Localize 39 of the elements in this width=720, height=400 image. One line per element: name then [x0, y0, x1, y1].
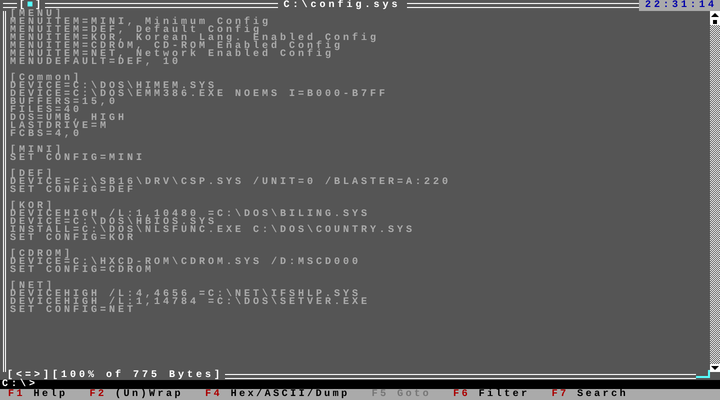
function-key[interactable]: F1 Help	[8, 389, 68, 400]
scroll-thumb[interactable]	[710, 19, 720, 25]
text-line: MENUITEM=NET, Network Enabled Config	[10, 51, 334, 59]
text-line: [KOR]	[10, 203, 56, 211]
scrollbar[interactable]	[710, 11, 720, 372]
function-key[interactable]: F6 Filter	[453, 389, 530, 400]
text-line: [MINI]	[10, 147, 64, 155]
text-line: DEVICE=C:\HXCD-ROM\CDROM.SYS /D:MSCD000	[10, 259, 362, 267]
command-prompt: C:\>	[1, 380, 38, 389]
file-status: [<=>][100% of 775 Bytes]	[7, 372, 224, 380]
text-line: SET CONFIG=MINI	[10, 155, 146, 163]
text-line: INSTALL=C:\DOS\NLSFUNC.EXE C:\DOS\COUNTRY.SYS	[10, 227, 416, 235]
text-line: FILES=40	[10, 107, 82, 115]
text-line: DEVICE=C:\DOS\EMM386.EXE NOEMS I=B000-B7FF	[10, 91, 390, 99]
text-line: SET CONFIG=NET	[10, 307, 136, 315]
clock: 22:31:14	[639, 0, 720, 11]
text-line: SET CONFIG=KOR	[10, 235, 138, 243]
close-button[interactable]: [■]	[17, 0, 46, 11]
text-line: [NET]	[10, 283, 56, 291]
function-key[interactable]: F2 (Un)Wrap	[90, 389, 184, 400]
text-line: DEVICE=C:\SB16\DRV\CSP.SYS /UNIT=0 /BLASTER=A:220	[10, 179, 452, 187]
text-line: SET CONFIG=DEF	[10, 187, 138, 195]
text-line: LASTDRIVE=M	[10, 123, 110, 131]
text-line: MENUITEM=DEF, Default Config	[10, 27, 262, 35]
text-line: [DEF]	[10, 171, 56, 179]
text-line: [Common]	[10, 75, 82, 83]
scroll-down-icon[interactable]	[710, 364, 720, 372]
function-key[interactable]: F7 Search	[552, 389, 628, 400]
text-line: [MENU]	[10, 11, 64, 19]
scroll-up-icon[interactable]	[710, 11, 720, 19]
text-line: BUFFERS=15,0	[10, 99, 120, 107]
function-key[interactable]: F4 Hex/ASCII/Dump	[205, 389, 350, 400]
text-line: MENUDEFAULT=DEF, 10	[10, 59, 182, 67]
text-line: FCBS=4,0	[10, 131, 84, 139]
window-corner	[696, 370, 710, 378]
text-line: [CDROM]	[10, 251, 74, 259]
text-line: DEVICEHIGH /L:1,14784 =C:\DOS\SETVER.EXE	[10, 299, 372, 307]
text-line: SET CONFIG=CDROM	[10, 267, 156, 275]
text-line: DOS=UMB, HIGH	[10, 115, 128, 123]
